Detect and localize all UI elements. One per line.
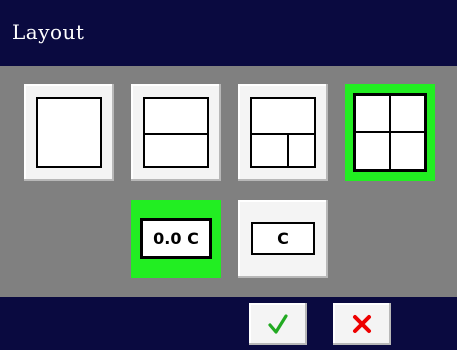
layout-option-three-split[interactable] bbox=[238, 84, 328, 181]
three-pane-icon bbox=[250, 97, 316, 168]
layout-option-single[interactable] bbox=[24, 84, 114, 181]
unit-label-celsius: C bbox=[251, 222, 315, 255]
layout-dialog: Layout 0.0 C C bbox=[0, 0, 457, 350]
title-bar: Layout bbox=[0, 0, 457, 66]
confirm-button[interactable] bbox=[249, 303, 307, 345]
two-pane-horizontal-icon bbox=[143, 97, 209, 168]
layout-option-two-horizontal[interactable] bbox=[131, 84, 221, 181]
single-pane-icon bbox=[36, 97, 102, 168]
dialog-title: Layout bbox=[12, 20, 85, 44]
cancel-button[interactable] bbox=[333, 303, 391, 345]
unit-option-celsius[interactable]: C bbox=[238, 200, 328, 278]
unit-label-decimal-celsius: 0.0 C bbox=[140, 218, 212, 259]
layout-option-quad[interactable] bbox=[345, 84, 435, 181]
four-pane-grid-icon bbox=[353, 93, 427, 172]
unit-option-decimal-celsius[interactable]: 0.0 C bbox=[131, 200, 221, 278]
x-icon bbox=[353, 315, 371, 333]
checkmark-icon bbox=[268, 314, 288, 334]
